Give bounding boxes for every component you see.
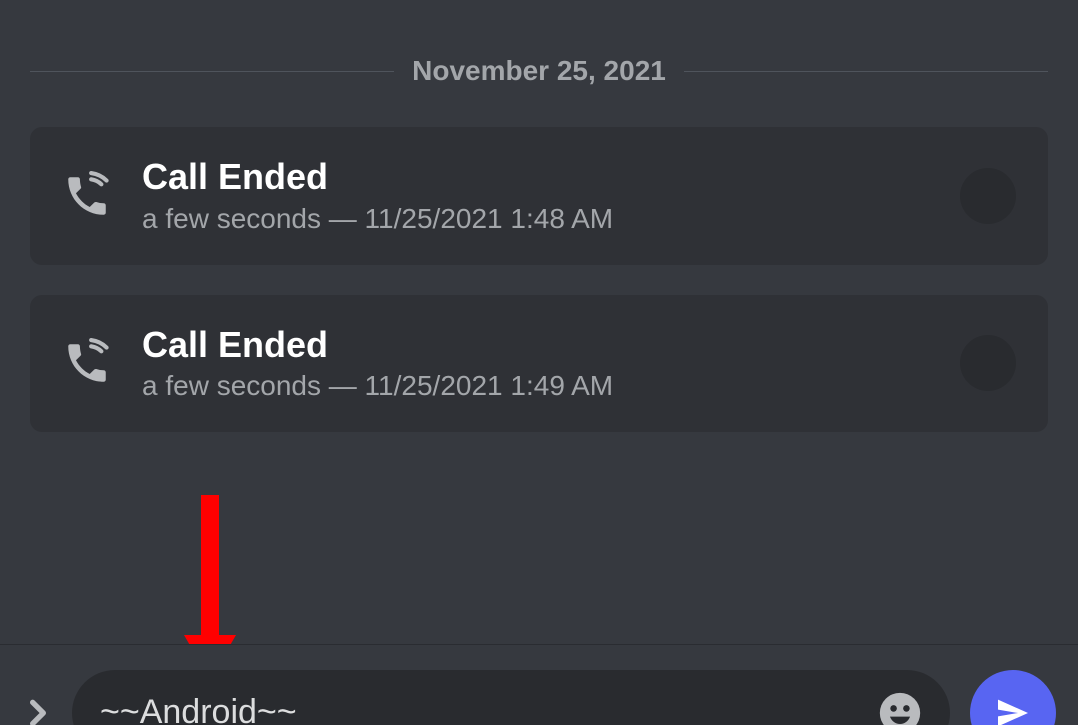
call-text-block: Call Ended a few seconds — 11/25/2021 1:… — [142, 157, 960, 235]
phone-call-icon — [62, 171, 112, 221]
send-icon — [993, 693, 1033, 725]
call-ended-card[interactable]: Call Ended a few seconds — 11/25/2021 1:… — [30, 295, 1048, 433]
call-subtitle: a few seconds — 11/25/2021 1:48 AM — [142, 203, 960, 235]
date-divider: November 25, 2021 — [30, 55, 1048, 87]
message-composer: ~~Android~~ — [0, 644, 1078, 725]
send-button[interactable] — [970, 670, 1056, 725]
call-subtitle: a few seconds — 11/25/2021 1:49 AM — [142, 370, 960, 402]
call-text-block: Call Ended a few seconds — 11/25/2021 1:… — [142, 325, 960, 403]
message-input-container[interactable]: ~~Android~~ — [72, 670, 950, 725]
call-action-dot[interactable] — [960, 335, 1016, 391]
expand-chevron-icon[interactable] — [22, 697, 54, 725]
divider-line-right — [684, 71, 1048, 72]
call-ended-card[interactable]: Call Ended a few seconds — 11/25/2021 1:… — [30, 127, 1048, 265]
phone-call-icon — [62, 338, 112, 388]
divider-line-left — [30, 71, 394, 72]
call-title: Call Ended — [142, 157, 960, 197]
call-action-dot[interactable] — [960, 168, 1016, 224]
emoji-icon[interactable] — [878, 691, 922, 725]
date-divider-label: November 25, 2021 — [394, 55, 684, 87]
call-title: Call Ended — [142, 325, 960, 365]
message-input[interactable]: ~~Android~~ — [100, 693, 878, 725]
